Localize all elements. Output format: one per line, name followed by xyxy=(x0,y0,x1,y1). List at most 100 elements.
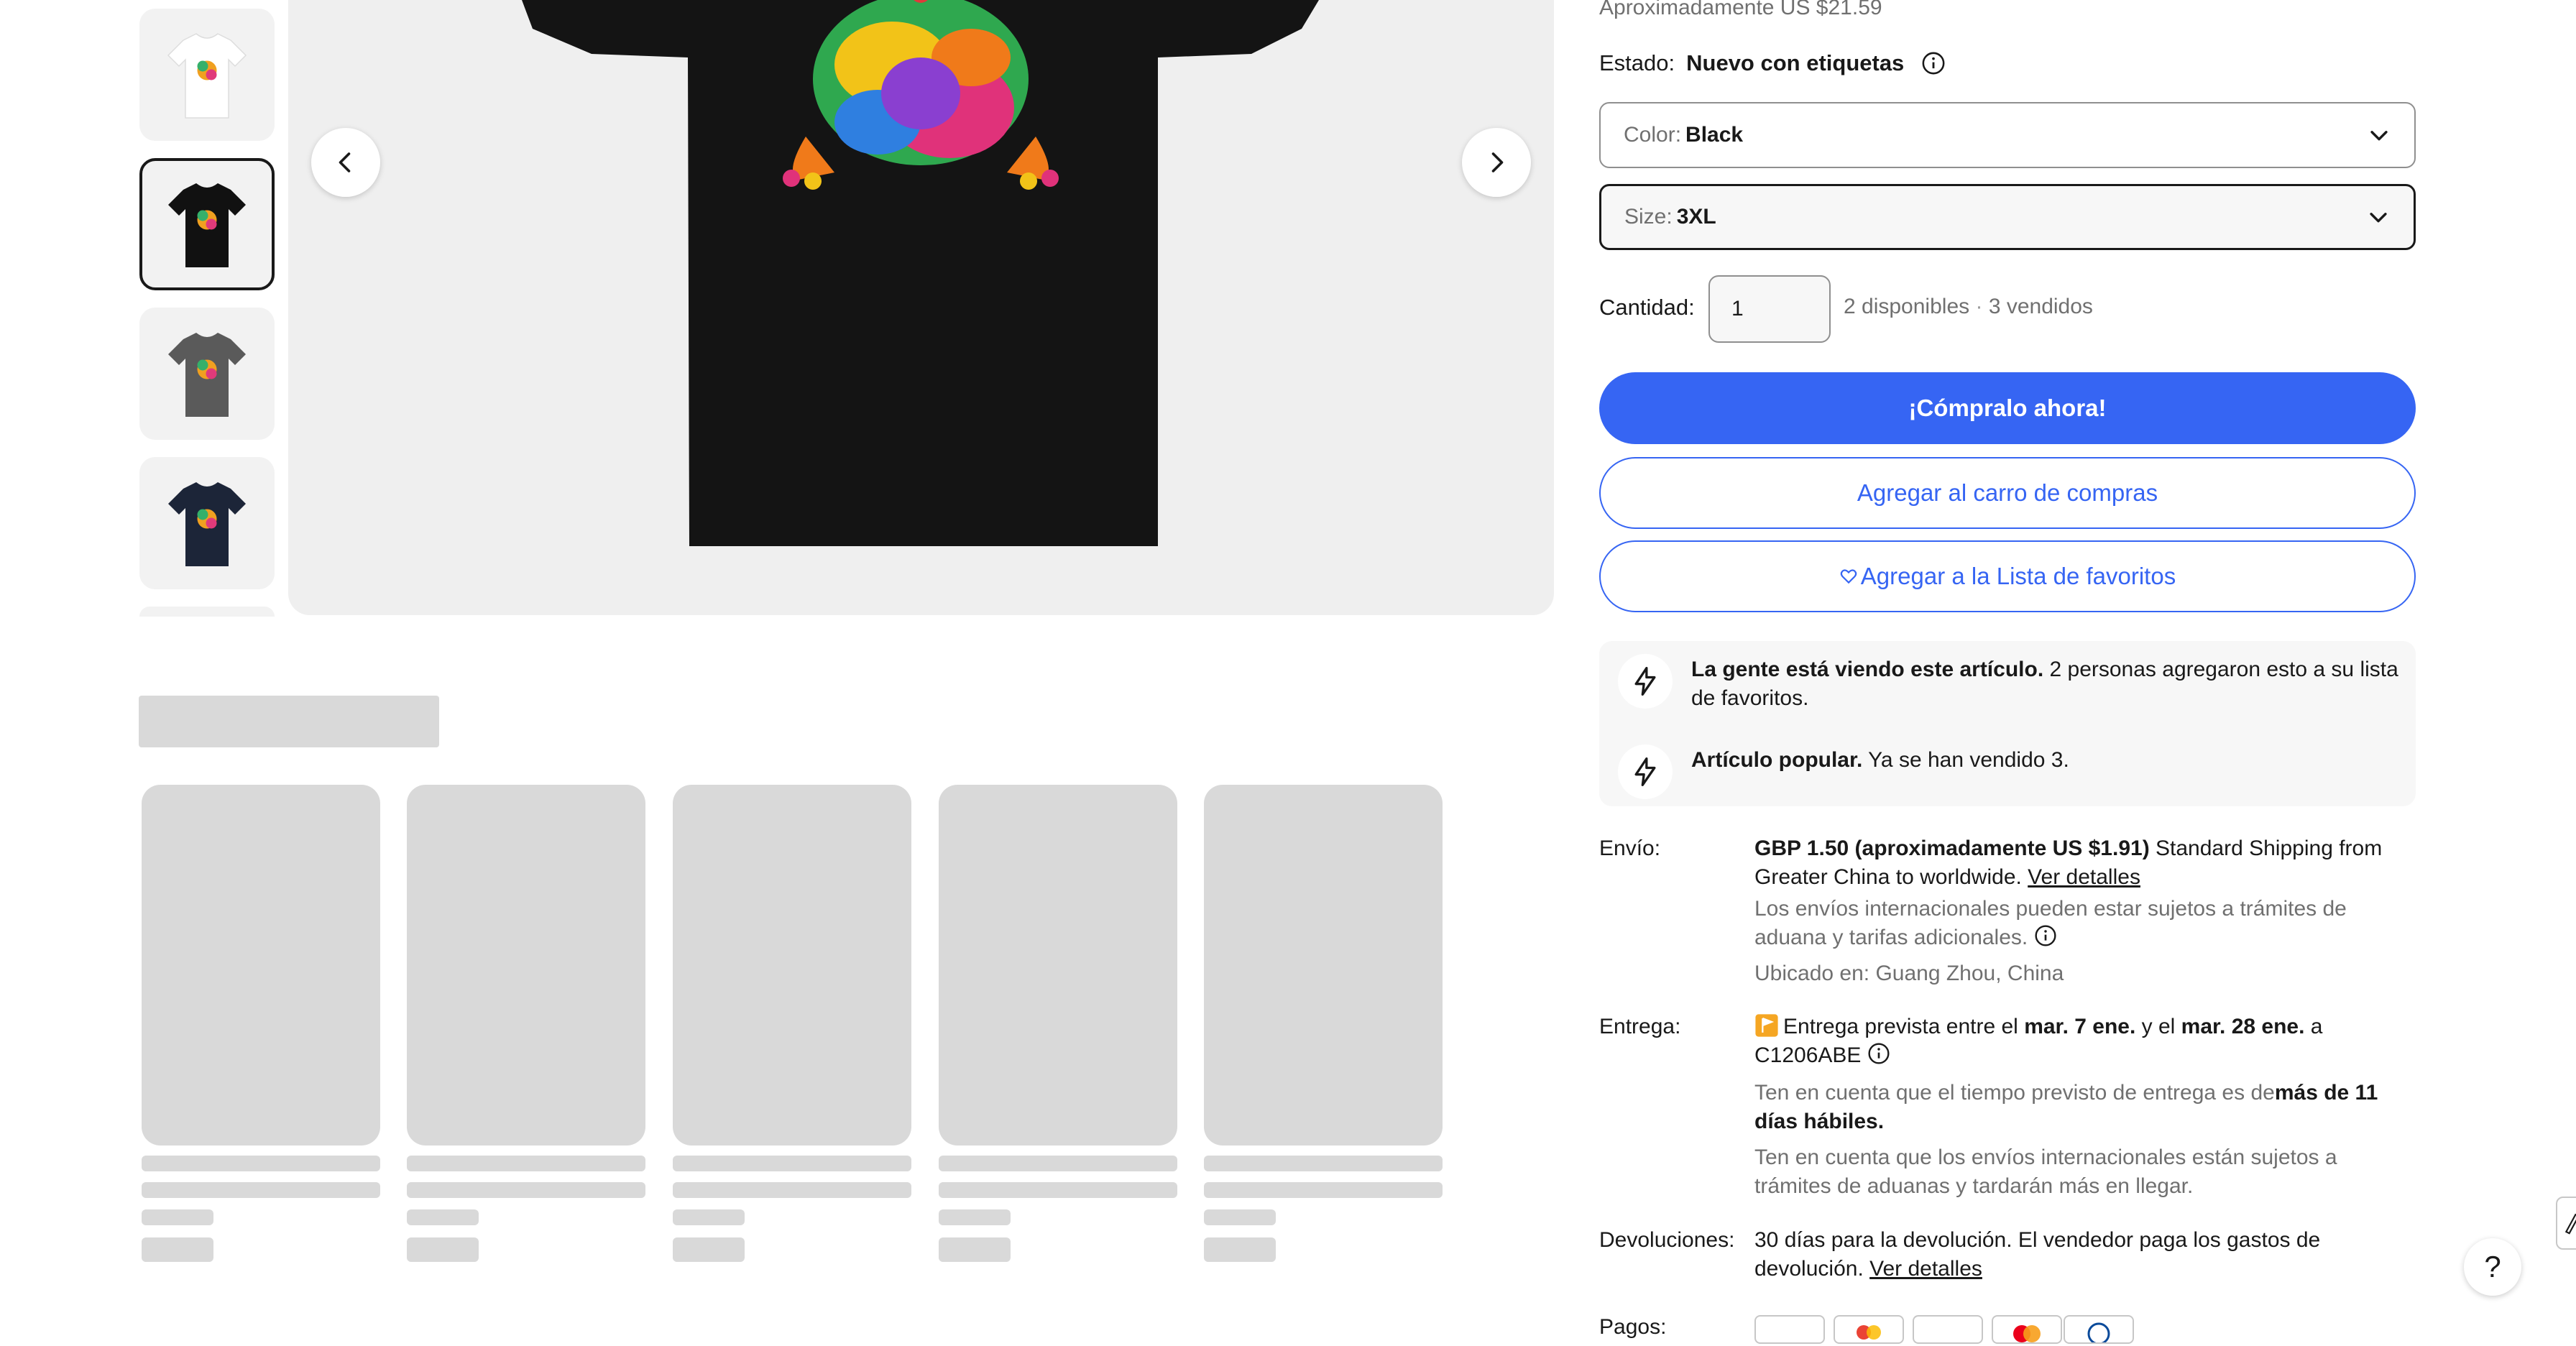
delivery-estimate: Entrega prevista entre el mar. 7 ene. y … xyxy=(1754,1013,2401,1070)
skeleton-heading xyxy=(139,696,439,747)
returns-details-link[interactable]: Ver detalles xyxy=(1869,1257,1982,1281)
info-icon[interactable] xyxy=(1867,1042,1890,1065)
buy-now-button[interactable]: ¡Cómpralo ahora! xyxy=(1599,372,2416,444)
visa-logo xyxy=(1913,1315,1983,1344)
delivery-date-end: mar. 28 ene. xyxy=(2181,1015,2305,1038)
signal-watching-bold: La gente está viendo este artículo. xyxy=(1691,658,2044,681)
delivery-note-customs: Ten en cuenta que los envíos internacion… xyxy=(1754,1146,2337,1198)
shipping-details: GBP 1.50 (aproximadamente US $1.91) Stan… xyxy=(1754,834,2401,988)
delivery-details: Entrega prevista entre el mar. 7 ene. y … xyxy=(1754,1013,2401,1201)
returns-label: Devoluciones: xyxy=(1599,1228,1735,1252)
condition-row: Estado: Nuevo con etiquetas xyxy=(1599,50,1946,76)
help-button[interactable]: ? xyxy=(2464,1238,2521,1296)
returns-details: 30 días para la devolución. El vendedor … xyxy=(1754,1226,2401,1283)
signal-popular-bold: Artículo popular. xyxy=(1691,748,1863,772)
delivery-suffix: a xyxy=(2304,1015,2323,1038)
skeleton-line xyxy=(1204,1182,1443,1198)
condition-label: Estado: xyxy=(1599,50,1675,75)
shipping-details-link[interactable]: Ver detalles xyxy=(2028,865,2140,889)
skeleton-line xyxy=(1204,1156,1443,1171)
item-location: Ubicado en: Guang Zhou, China xyxy=(1754,962,2064,985)
chevron-left-icon xyxy=(339,152,351,172)
size-select[interactable]: Size: 3XL xyxy=(1599,184,2416,250)
quantity-input[interactable] xyxy=(1708,275,1831,343)
signal-popular-text: Ya se han vendido 3. xyxy=(1862,748,2069,772)
size-select-label: Size: xyxy=(1624,205,1673,229)
paypal-logo xyxy=(1754,1315,1825,1344)
size-select-value: 3XL xyxy=(1676,205,1716,229)
skeleton-line xyxy=(673,1182,911,1198)
info-icon[interactable] xyxy=(1921,51,1946,75)
sold-count: 3 vendidos xyxy=(1988,295,2093,318)
feedback-tab[interactable] xyxy=(2556,1197,2576,1250)
chevron-down-icon xyxy=(2370,213,2387,223)
skeleton-card xyxy=(1204,785,1443,1146)
quantity-availability: 2 disponibles · 3 vendidos xyxy=(1844,295,2093,319)
signal-popular: Artículo popular. Ya se han vendido 3. xyxy=(1691,746,2403,775)
bolt-icon xyxy=(1618,745,1673,799)
delivery-note-time-text: Ten en cuenta que el tiempo previsto de … xyxy=(1754,1081,2275,1105)
skeleton-card xyxy=(407,785,645,1146)
skeleton-line xyxy=(407,1182,645,1198)
skeleton-line xyxy=(939,1156,1177,1171)
color-select-label: Color: xyxy=(1624,123,1682,147)
bolt-icon xyxy=(1618,654,1673,709)
shipping-cost: GBP 1.50 (aproximadamente US $1.91) xyxy=(1754,836,2150,860)
skeleton-line xyxy=(407,1237,479,1262)
skeleton-line xyxy=(407,1209,479,1225)
skeleton-card xyxy=(939,785,1177,1146)
mastercard-logo xyxy=(1992,1315,2062,1344)
add-to-watchlist-label: Agregar a la Lista de favoritos xyxy=(1860,563,2176,589)
quantity-label: Cantidad: xyxy=(1599,295,1695,320)
thumbnail-partial[interactable] xyxy=(139,607,275,617)
color-select[interactable]: Color: Black xyxy=(1599,102,2416,168)
next-image-button[interactable] xyxy=(1462,128,1531,197)
chevron-right-icon xyxy=(1491,152,1504,172)
previous-image-button[interactable] xyxy=(311,128,380,197)
pencil-icon xyxy=(2564,1213,2576,1235)
thumbnail-grey[interactable] xyxy=(139,308,275,440)
heart-icon xyxy=(1840,569,1857,584)
separator-dot: · xyxy=(1975,295,1983,318)
skeleton-line xyxy=(673,1237,745,1262)
skeleton-line xyxy=(673,1156,911,1171)
googlepay-logo xyxy=(1834,1315,1904,1344)
delivery-date-start: mar. 7 ene. xyxy=(2024,1015,2136,1038)
skeleton-line xyxy=(673,1209,745,1225)
urgency-signals: La gente está viendo este artículo. 2 pe… xyxy=(1599,641,2416,806)
skeleton-line xyxy=(939,1209,1011,1225)
main-product-image xyxy=(288,0,1554,615)
color-select-value: Black xyxy=(1685,123,1744,147)
delivery-postcode: C1206ABE xyxy=(1754,1043,1862,1067)
condition-value: Nuevo con etiquetas xyxy=(1686,50,1905,75)
thumbnail-black[interactable] xyxy=(139,158,275,290)
skeleton-card xyxy=(673,785,911,1146)
skeleton-line xyxy=(939,1237,1011,1262)
skeleton-line xyxy=(1204,1209,1276,1225)
chevron-down-icon xyxy=(2370,131,2388,141)
payments-label: Pagos: xyxy=(1599,1315,1667,1339)
add-to-watchlist-button[interactable]: Agregar a la Lista de favoritos xyxy=(1599,540,2416,612)
available-count: 2 disponibles xyxy=(1844,295,1970,318)
thumbnail-navy[interactable] xyxy=(139,457,275,589)
shipping-label: Envío: xyxy=(1599,836,1661,860)
info-icon[interactable] xyxy=(2034,924,2057,947)
customs-note: Los envíos internacionales pueden estar … xyxy=(1754,895,2401,952)
skeleton-line xyxy=(142,1182,380,1198)
skeleton-line xyxy=(142,1237,213,1262)
delivery-middle: y el xyxy=(2135,1015,2181,1038)
skeleton-line xyxy=(142,1156,380,1171)
skeleton-card xyxy=(142,785,380,1146)
returns-text: 30 días para la devolución. El vendedor … xyxy=(1754,1228,2321,1281)
delivery-label: Entrega: xyxy=(1599,1015,1681,1038)
skeleton-line xyxy=(407,1156,645,1171)
add-to-cart-button[interactable]: Agregar al carro de compras xyxy=(1599,457,2416,529)
delivery-note-time: Ten en cuenta que el tiempo previsto de … xyxy=(1754,1079,2401,1136)
tshirt-image xyxy=(522,0,1319,546)
delivery-prefix: Entrega prevista entre el xyxy=(1783,1015,2025,1038)
flag-icon xyxy=(1755,1014,1778,1037)
thumbnail-white[interactable] xyxy=(139,9,275,141)
approx-price: Aproximadamente US $21.59 xyxy=(1599,0,1882,19)
skeleton-line xyxy=(142,1209,213,1225)
signal-watching: La gente está viendo este artículo. 2 pe… xyxy=(1691,655,2403,713)
